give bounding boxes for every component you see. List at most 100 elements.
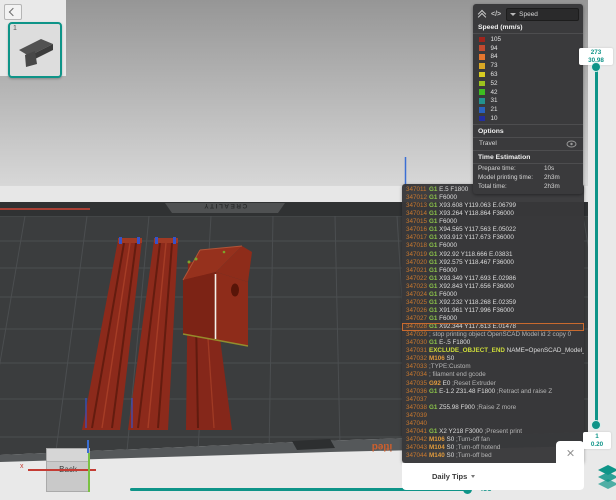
gcode-line[interactable]: 347023G1 X92.843 Y117.656 F36000 xyxy=(402,283,584,291)
gcode-line[interactable]: 347024G1 F6000 xyxy=(402,291,584,299)
gcode-line[interactable]: 347033;TYPE:Custom xyxy=(402,363,584,371)
model-box[interactable] xyxy=(183,246,252,346)
gcode-line[interactable]: 347041G1 X2 Y218 F3000 ;Present print xyxy=(402,428,584,436)
gcode-line-number: 347024 xyxy=(406,291,429,299)
gcode-token: Z55.98 F900 xyxy=(437,404,474,411)
plate-thumbnail-card[interactable]: 1 xyxy=(8,22,62,78)
legend-item[interactable]: 42 xyxy=(473,88,583,97)
gcode-token: F6000 xyxy=(437,291,457,298)
time-row-label: Prepare time: xyxy=(478,165,544,172)
gcode-token: ;Retract and raise Z xyxy=(495,388,552,395)
gcode-line[interactable]: 347016G1 X94.565 Y117.563 E.05022 xyxy=(402,226,584,234)
x-axis-line xyxy=(28,469,96,471)
gcode-line[interactable]: 347036G1 E-1.2 Z31.48 F1800 ;Retract and… xyxy=(402,388,584,396)
collapse-sidebar-button[interactable] xyxy=(4,4,22,20)
gcode-line[interactable]: 347026G1 X91.961 Y117.996 F36000 xyxy=(402,307,584,315)
gcode-token: X93.349 Y117.693 E.02986 xyxy=(437,275,516,282)
gcode-line[interactable]: 347039 xyxy=(402,412,584,420)
gcode-line-number: 347043 xyxy=(406,444,429,452)
layers-icon[interactable] xyxy=(597,465,616,489)
time-row: Prepare time:10s xyxy=(473,164,583,173)
gcode-line-current[interactable]: 347028G1 X92.344 Y117.613 E.01478 xyxy=(402,323,584,331)
daily-tips-close-area xyxy=(556,441,584,464)
layer-slider-top-handle[interactable] xyxy=(591,62,601,72)
options-title: Options xyxy=(473,124,583,138)
gcode-token: X92.232 Y118.268 E.02359 xyxy=(437,299,516,306)
legend-item[interactable]: 21 xyxy=(473,105,583,114)
gcode-line[interactable]: 347037 xyxy=(402,396,584,404)
z-axis-line xyxy=(87,440,89,453)
gcode-line[interactable]: 347014G1 X93.264 Y118.864 F36000 xyxy=(402,210,584,218)
gcode-line-number: 347027 xyxy=(406,315,429,323)
gcode-line[interactable]: 347027G1 F6000 xyxy=(402,315,584,323)
gcode-line[interactable]: 347030G1 E-.5 F1800 xyxy=(402,339,584,347)
gcode-line[interactable]: 347034; filament end gcode xyxy=(402,371,584,379)
gcode-line[interactable]: 347013G1 X93.608 Y119.063 E.06799 xyxy=(402,202,584,210)
gcode-viewer-panel[interactable]: 347011G1 E.5 F1800347012G1 F6000347013G1… xyxy=(402,184,584,463)
legend-color-swatch xyxy=(479,63,485,69)
layer-slider-track[interactable] xyxy=(595,70,598,424)
legend-item-label: 73 xyxy=(491,62,498,69)
gcode-token: S0 xyxy=(445,355,454,362)
legend-item[interactable]: 31 xyxy=(473,97,583,106)
collapse-panel-icon[interactable] xyxy=(477,11,487,17)
gcode-line-number: 347022 xyxy=(406,275,429,283)
gcode-line[interactable]: 347025G1 X92.232 Y118.268 E.02359 xyxy=(402,299,584,307)
legend-item[interactable]: 73 xyxy=(473,61,583,70)
gcode-line[interactable]: 347017G1 X93.912 Y117.673 F36000 xyxy=(402,234,584,242)
gcode-line-number: 347044 xyxy=(406,452,429,460)
gcode-line-number: 347012 xyxy=(406,194,429,202)
legend-color-swatch xyxy=(479,98,485,104)
gcode-viewer-icon[interactable]: </> xyxy=(491,11,501,18)
layer-slider-bottom-handle[interactable] xyxy=(591,420,601,430)
plate-object-preview xyxy=(11,32,59,74)
gcode-line-number: 347029 xyxy=(406,331,429,339)
view-type-dropdown[interactable]: Speed xyxy=(506,8,579,21)
legend-color-swatch xyxy=(479,54,485,60)
legend-item[interactable]: 63 xyxy=(473,70,583,79)
chevron-down-icon xyxy=(510,13,516,16)
gcode-token: X92.843 Y117.656 F36000 xyxy=(437,283,513,290)
gcode-line[interactable]: 347035G92 E0 ;Reset Extruder xyxy=(402,380,584,388)
gcode-token: ;Present print xyxy=(483,428,522,435)
daily-tips-bar[interactable]: Daily Tips xyxy=(402,463,584,490)
gcode-line[interactable]: 347040 xyxy=(402,420,584,428)
gcode-line[interactable]: 347012G1 F6000 xyxy=(402,194,584,202)
legend-item[interactable]: 94 xyxy=(473,44,583,53)
legend-item[interactable]: 105 xyxy=(473,35,583,44)
legend-item-label: 31 xyxy=(491,97,498,104)
gcode-token: F6000 xyxy=(437,267,457,274)
gcode-line-number: 347036 xyxy=(406,388,429,396)
visibility-eye-icon[interactable] xyxy=(566,140,577,148)
legend-item[interactable]: 10 xyxy=(473,114,583,123)
gcode-token: E0 xyxy=(441,380,450,387)
gcode-line[interactable]: 347019G1 X92.92 Y118.666 E.03831 xyxy=(402,251,584,259)
speed-legend-list: 10594847363524231 2110 xyxy=(473,34,583,124)
legend-item[interactable]: 52 xyxy=(473,79,583,88)
gcode-line[interactable]: 347020G1 X92.575 Y118.467 F36000 xyxy=(402,259,584,267)
travel-option-row[interactable]: Travel xyxy=(473,138,583,151)
gcode-line-number: 347011 xyxy=(406,186,429,194)
gcode-line-number: 347025 xyxy=(406,299,429,307)
gcode-line[interactable]: 347015G1 F6000 xyxy=(402,218,584,226)
gcode-line[interactable]: 347031EXCLUDE_OBJECT_END NAME=OpenSCAD_M… xyxy=(402,347,584,355)
gcode-line[interactable]: 347032M106 S0 xyxy=(402,355,584,363)
legend-title: Speed (mm/s) xyxy=(473,21,583,34)
travel-label: Travel xyxy=(479,140,497,147)
gcode-line[interactable]: 347021G1 F6000 xyxy=(402,267,584,275)
close-icon[interactable] xyxy=(566,449,574,457)
gcode-token: ;Turn-off bed xyxy=(454,452,491,459)
gcode-line[interactable]: 347038G1 Z55.98 F900 ;Raise Z more xyxy=(402,404,584,412)
gcode-line[interactable]: 347022G1 X93.349 Y117.693 E.02986 xyxy=(402,275,584,283)
legend-color-swatch xyxy=(479,45,485,51)
gcode-line-number: 347034 xyxy=(406,371,429,379)
nav-cube-top-face[interactable] xyxy=(47,449,89,462)
gcode-line[interactable]: 347029; stop printing object OpenSCAD Mo… xyxy=(402,331,584,339)
gcode-token: ; filament end gcode xyxy=(429,371,486,378)
gcode-line-number: 347038 xyxy=(406,404,429,412)
legend-item-label: 21 xyxy=(491,106,498,113)
gcode-line[interactable]: 347018G1 F6000 xyxy=(402,242,584,250)
gcode-line-number: 347031 xyxy=(406,347,429,355)
legend-item[interactable]: 84 xyxy=(473,53,583,62)
gcode-line-number: 347037 xyxy=(406,396,429,404)
